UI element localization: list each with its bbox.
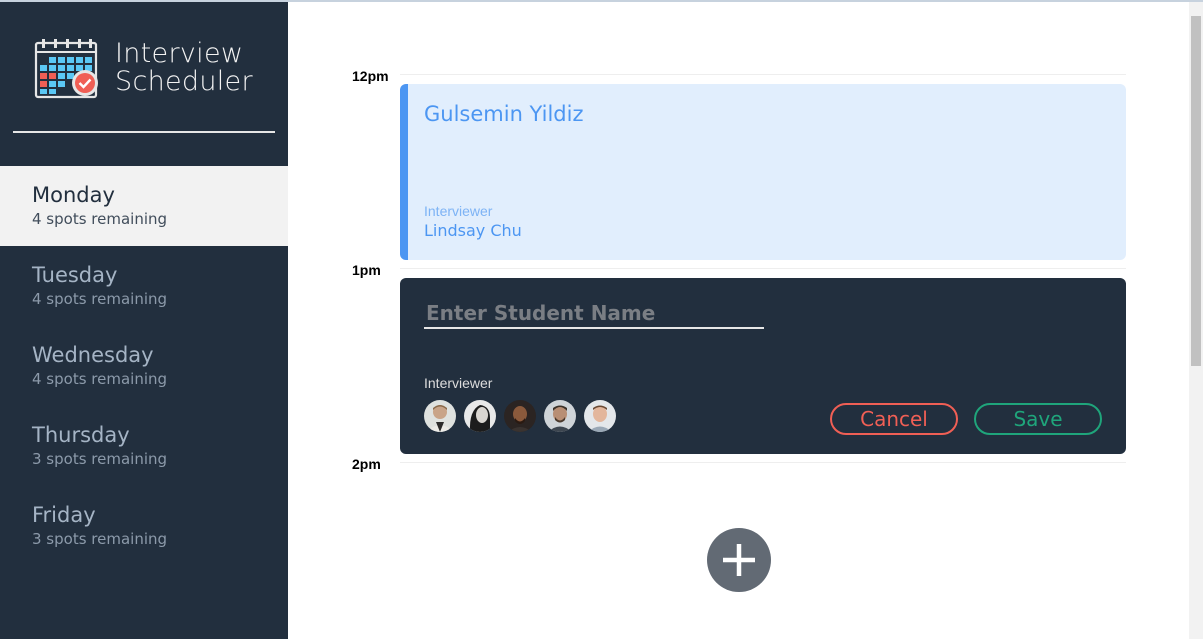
app-title-line-2: Scheduler [115,66,253,97]
time-label: 2pm [352,456,381,472]
cancel-button[interactable]: Cancel [830,403,958,435]
sidebar-divider [13,131,275,133]
day-spots: 3 spots remaining [32,530,168,548]
interviewer-avatar[interactable] [584,400,616,432]
student-name: Gulsemin Yildiz [424,102,584,126]
calendar-check-icon [34,39,98,99]
time-divider [400,462,1126,463]
day-item-tuesday[interactable]: Tuesday 4 spots remaining [0,246,288,326]
day-spots: 4 spots remaining [32,210,168,228]
time-divider [400,74,1126,75]
day-item-thursday[interactable]: Thursday 3 spots remaining [0,406,288,486]
day-name: Thursday [32,423,130,447]
time-label: 1pm [352,262,381,278]
interviewer-avatar[interactable] [544,400,576,432]
interviewer-label: Interviewer [424,375,493,391]
app-title-line-1: Interview [115,38,244,69]
brand: Interview Scheduler [34,38,264,102]
day-name: Wednesday [32,343,154,367]
day-spots: 3 spots remaining [32,450,168,468]
page-scrollbar[interactable] [1189,2,1203,639]
interviewer-label: Interviewer [424,203,493,219]
app-title: Interview Scheduler [115,40,253,96]
interviewer-name: Lindsay Chu [424,221,522,240]
save-button[interactable]: Save [974,403,1102,435]
time-label: 12pm [352,68,389,84]
add-appointment-button[interactable] [707,528,771,592]
day-spots: 4 spots remaining [32,370,168,388]
day-name: Tuesday [32,263,118,287]
day-name: Friday [32,503,96,527]
interviewer-avatar[interactable] [464,400,496,432]
plus-icon [723,544,755,576]
day-item-wednesday[interactable]: Wednesday 4 spots remaining [0,326,288,406]
interviewer-avatar[interactable] [504,400,536,432]
sidebar: Interview Scheduler Monday 4 spots remai… [0,2,288,639]
day-name: Monday [32,183,115,207]
scrollbar-thumb[interactable] [1191,16,1201,366]
student-name-input[interactable] [424,298,764,329]
day-spots: 4 spots remaining [32,290,168,308]
time-divider [400,268,1126,269]
day-item-friday[interactable]: Friday 3 spots remaining [0,486,288,566]
appointment-form: Interviewer Cancel Save [400,278,1126,454]
day-list: Monday 4 spots remaining Tuesday 4 spots… [0,166,288,566]
interviewer-avatar[interactable] [424,400,456,432]
day-item-monday[interactable]: Monday 4 spots remaining [0,166,288,246]
booked-appointment[interactable]: Gulsemin Yildiz Interviewer Lindsay Chu [400,84,1126,260]
